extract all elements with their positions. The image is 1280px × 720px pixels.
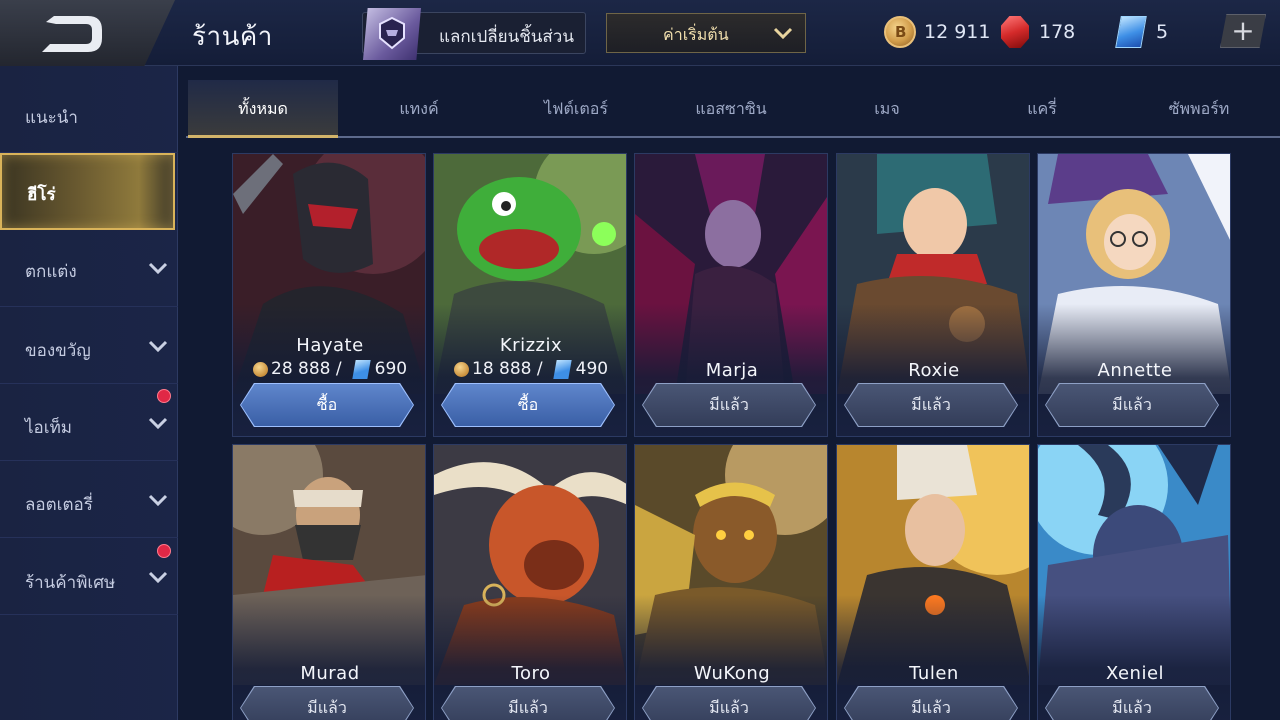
sidebar-item-label: แนะนำ: [25, 108, 78, 128]
hero-name: Hayate: [296, 335, 364, 356]
gold-coin-icon: [253, 361, 268, 377]
voucher-balance: 5: [1115, 14, 1169, 50]
hero-name: Roxie: [908, 360, 960, 381]
hero-name: Annette: [1097, 360, 1173, 381]
voucher-price: 490: [575, 359, 609, 379]
gold-coin-icon: [884, 16, 916, 48]
tab-fighter[interactable]: ไฟต์เตอร์: [501, 80, 651, 138]
notification-dot: [157, 544, 171, 558]
hero-card-murad[interactable]: Murad มีแล้ว: [232, 444, 426, 720]
chevron-down-icon: [148, 262, 168, 274]
hero-name: Marja: [705, 360, 759, 381]
sidebar-item-label: ตกแต่ง: [25, 262, 77, 282]
tab-mage[interactable]: เมจ: [812, 80, 962, 138]
buy-button[interactable]: ซื้อ: [241, 384, 413, 426]
sidebar-item-gifts[interactable]: ของขวัญ: [0, 307, 178, 384]
sidebar-item-label: ไอเท็ม: [25, 418, 72, 438]
exchange-label: แลกเปลี่ยนชิ้นส่วน: [439, 27, 574, 47]
hero-card-krizzix[interactable]: Krizzix 18 888 / 490 ซื้อ: [433, 153, 627, 437]
gold-value: 12 911: [924, 21, 991, 43]
hero-name: Xeniel: [1105, 663, 1165, 684]
notification-dot: [157, 389, 171, 403]
voucher-icon: [1115, 16, 1147, 48]
hero-card-tulen[interactable]: Tulen มีแล้ว: [836, 444, 1030, 720]
gold-price: 18 888 /: [472, 359, 543, 379]
hero-card-toro[interactable]: Toro มีแล้ว: [433, 444, 627, 720]
owned-button[interactable]: มีแล้ว: [1046, 384, 1218, 426]
owned-button[interactable]: มีแล้ว: [643, 384, 815, 426]
tab-support[interactable]: ซัพพอร์ท: [1124, 80, 1274, 138]
hero-name: Murad: [300, 663, 360, 684]
gold-price: 28 888 /: [271, 359, 342, 379]
voucher-price: 690: [374, 359, 408, 379]
tab-carry[interactable]: แครี่: [967, 80, 1117, 138]
sort-dropdown[interactable]: ค่าเริ่มต้น: [606, 13, 806, 53]
sidebar-item-skins[interactable]: ตกแต่ง: [0, 230, 178, 307]
sort-label: ค่าเริ่มต้น: [663, 25, 729, 44]
gold-balance: 12 911: [884, 14, 990, 50]
sidebar-item-heroes[interactable]: ฮีโร่: [0, 153, 175, 230]
owned-button[interactable]: มีแล้ว: [643, 687, 815, 720]
hero-card-annette[interactable]: Annette มีแล้ว: [1037, 153, 1231, 437]
tab-all[interactable]: ทั้งหมด: [188, 80, 338, 138]
sidebar: แนะนำ ฮีโร่ ตกแต่ง ของขวัญ ไอเท็ม ลอตเตอ…: [0, 66, 178, 720]
owned-button[interactable]: มีแล้ว: [845, 687, 1017, 720]
ruby-icon: [1001, 16, 1029, 48]
chevron-down-icon: [148, 571, 168, 583]
back-arrow-icon: [42, 16, 102, 52]
chevron-down-icon: [148, 340, 168, 352]
sidebar-item-lottery[interactable]: ลอตเตอรี่: [0, 461, 178, 538]
hero-card-xeniel[interactable]: Xeniel มีแล้ว: [1037, 444, 1231, 720]
sidebar-item-label: ร้านค้าพิเศษ: [25, 573, 116, 593]
chevron-down-icon: [148, 417, 168, 429]
voucher-icon: [552, 359, 572, 379]
hero-name: Toro: [511, 663, 551, 684]
top-bar: ร้านค้า แลกเปลี่ยนชิ้นส่วน ค่าเริ่มต้น 1…: [0, 0, 1280, 68]
add-currency-button[interactable]: +: [1220, 14, 1266, 48]
page-title: ร้านค้า: [192, 22, 273, 52]
hero-card-wukong[interactable]: WuKong มีแล้ว: [634, 444, 828, 720]
hero-name: Krizzix: [499, 335, 563, 356]
exchange-fragments-button[interactable]: แลกเปลี่ยนชิ้นส่วน: [362, 8, 586, 60]
sidebar-item-label: ลอตเตอรี่: [25, 495, 93, 515]
hero-name: Tulen: [909, 663, 959, 684]
sidebar-item-label: ฮีโร่: [27, 185, 56, 205]
hero-class-tabs: ทั้งหมด แทงค์ ไฟต์เตอร์ แอสซาซิน เมจ แคร…: [186, 80, 1280, 138]
gold-coin-icon: [454, 361, 469, 377]
sidebar-item-items[interactable]: ไอเท็ม: [0, 384, 178, 461]
owned-button[interactable]: มีแล้ว: [1046, 687, 1218, 720]
helmet-icon: [363, 8, 421, 60]
tab-assassin[interactable]: แอสซาซิน: [656, 80, 806, 138]
voucher-icon: [351, 359, 371, 379]
sidebar-item-recommended[interactable]: แนะนำ: [0, 76, 178, 153]
hero-card-marja[interactable]: Marja มีแล้ว: [634, 153, 828, 437]
chevron-down-icon: [148, 494, 168, 506]
owned-button[interactable]: มีแล้ว: [241, 687, 413, 720]
sidebar-item-label: ของขวัญ: [25, 341, 91, 361]
chevron-down-icon: [773, 27, 793, 39]
buy-button[interactable]: ซื้อ: [442, 384, 614, 426]
owned-button[interactable]: มีแล้ว: [845, 384, 1017, 426]
ruby-balance: 178: [1001, 14, 1075, 50]
tab-tank[interactable]: แทงค์: [344, 80, 494, 138]
hero-card-roxie[interactable]: Roxie มีแล้ว: [836, 153, 1030, 437]
ruby-value: 178: [1039, 21, 1076, 43]
owned-button[interactable]: มีแล้ว: [442, 687, 614, 720]
hero-card-hayate[interactable]: Hayate 28 888 / 690 ซื้อ: [232, 153, 426, 437]
back-button[interactable]: [0, 0, 175, 68]
sidebar-item-special-shop[interactable]: ร้านค้าพิเศษ: [0, 538, 178, 615]
hero-price: 28 888 / 690: [253, 358, 407, 380]
voucher-value: 5: [1156, 21, 1169, 43]
hero-price: 18 888 / 490: [454, 358, 608, 380]
hero-name: WuKong: [693, 663, 771, 684]
